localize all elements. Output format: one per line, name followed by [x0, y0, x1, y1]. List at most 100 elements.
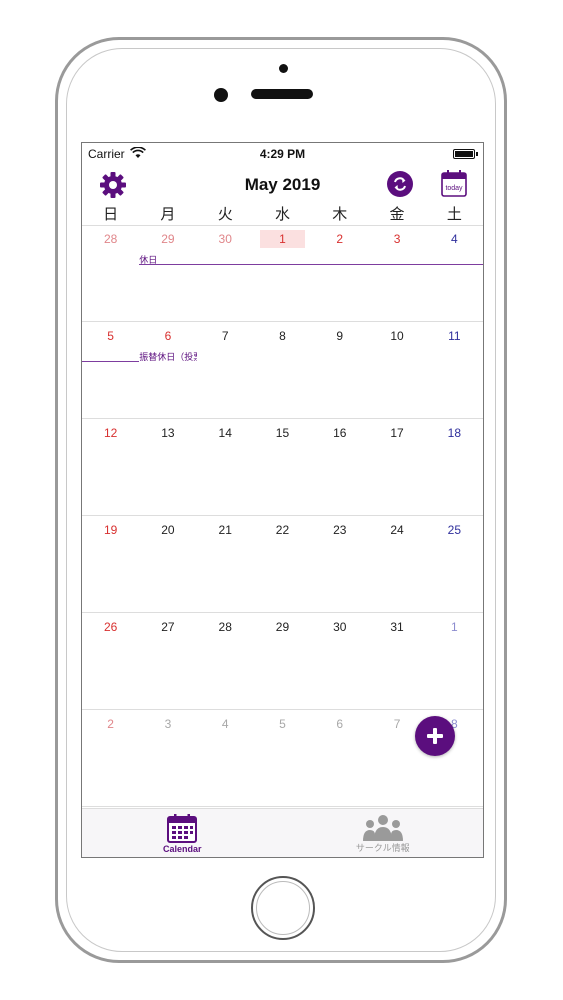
status-time: 4:29 PM [259, 147, 306, 161]
tab-bar: Calendar サークル情報 [82, 808, 483, 857]
day-cell[interactable]: 28 [82, 225, 139, 321]
day-number: 9 [336, 329, 344, 343]
svg-text:today: today [445, 185, 463, 192]
tab-circle-info[interactable]: サークル情報 [283, 809, 484, 857]
day-number: 20 [161, 523, 175, 537]
day-cell[interactable]: 10 [368, 322, 425, 418]
add-event-button[interactable] [415, 716, 455, 756]
front-sensor [279, 64, 288, 73]
event-label[interactable]: 振替休日（投票 [139, 350, 196, 363]
day-cell[interactable]: 6 [311, 710, 368, 806]
day-number: 30 [218, 232, 232, 246]
weekday-label: 水 [274, 206, 290, 223]
day-number: 31 [390, 620, 404, 634]
day-cell[interactable]: 4 [197, 710, 254, 806]
day-number: 2 [336, 232, 344, 246]
day-number: 8 [279, 329, 286, 343]
event-underline [139, 264, 483, 265]
app-screen: Carrier 4:29 PM May 2019 today 日 月 火 水 木… [81, 142, 484, 858]
day-cell[interactable]: 19 [82, 516, 139, 612]
day-cell[interactable]: 21 [197, 516, 254, 612]
weekday-label: 木 [332, 206, 348, 223]
day-cell[interactable]: 26 [82, 613, 139, 709]
today-calendar-icon[interactable]: today [441, 169, 467, 197]
day-number: 15 [275, 426, 290, 440]
day-number: 28 [218, 620, 232, 634]
day-cell[interactable]: 30 [311, 613, 368, 709]
weekday-header: 日 月 火 水 木 金 土 [82, 205, 483, 226]
day-number: 1 [450, 620, 458, 634]
day-cell[interactable]: 3 [139, 710, 196, 806]
day-number: 6 [164, 329, 172, 343]
tab-label: Calendar [162, 844, 202, 854]
day-cell[interactable]: 5 [254, 710, 311, 806]
day-cell[interactable]: 30 [197, 225, 254, 321]
day-number: 5 [107, 329, 114, 343]
day-cell[interactable]: 13 [139, 419, 196, 515]
status-bar: Carrier 4:29 PM [82, 143, 483, 165]
day-cell[interactable]: 4 [426, 225, 483, 321]
day-number: 3 [164, 717, 172, 731]
day-cell[interactable]: 3 [368, 225, 425, 321]
day-cell[interactable]: 15 [254, 419, 311, 515]
tab-label: サークル情報 [355, 843, 410, 853]
event-underline [82, 361, 140, 362]
day-cell[interactable]: 12 [82, 419, 139, 515]
day-cell[interactable]: 6 [139, 322, 196, 418]
day-cell[interactable]: 28 [197, 613, 254, 709]
day-number: 28 [103, 232, 118, 246]
day-cell[interactable]: 22 [254, 516, 311, 612]
sync-arrows-icon [394, 177, 406, 191]
home-button[interactable] [251, 876, 315, 940]
day-cell[interactable]: 29 [254, 613, 311, 709]
day-cell[interactable]: 17 [368, 419, 425, 515]
day-cell[interactable]: 24 [368, 516, 425, 612]
day-number: 23 [333, 523, 347, 537]
day-number: 13 [161, 426, 175, 440]
day-number: 27 [161, 620, 175, 634]
day-number: 14 [218, 426, 232, 440]
day-number: 21 [218, 523, 232, 537]
day-cell[interactable]: 14 [197, 419, 254, 515]
day-cell[interactable]: 2 [311, 225, 368, 321]
weekday-label: 金 [389, 206, 405, 223]
day-number: 29 [275, 620, 290, 634]
day-cell[interactable]: 2 [82, 710, 139, 806]
nav-bar: May 2019 today [82, 165, 483, 205]
tab-calendar[interactable]: Calendar [82, 809, 283, 857]
day-cell[interactable]: 31 [368, 613, 425, 709]
week-row: 19 20 21 22 23 24 25 [82, 516, 483, 613]
day-number: 29 [161, 232, 175, 246]
day-cell[interactable]: 11 [426, 322, 483, 418]
day-number: 16 [333, 426, 347, 440]
day-cell[interactable]: 16 [311, 419, 368, 515]
day-cell[interactable]: 27 [139, 613, 196, 709]
plus-icon [427, 728, 443, 744]
day-number: 3 [393, 232, 401, 246]
calendar-icon [167, 814, 198, 843]
day-cell[interactable]: 25 [426, 516, 483, 612]
weekday-label: 火 [217, 206, 233, 223]
day-number: 30 [333, 620, 347, 634]
day-cell[interactable]: 20 [139, 516, 196, 612]
day-cell[interactable]: 18 [426, 419, 483, 515]
week-row: 26 27 28 29 30 31 1 [82, 613, 483, 710]
day-cell[interactable]: 5 [82, 322, 139, 418]
weekday-label: 日 [103, 206, 119, 223]
day-number: 7 [221, 329, 229, 343]
day-number: 19 [103, 523, 118, 537]
battery-icon [453, 149, 478, 159]
day-cell[interactable]: 1 [426, 613, 483, 709]
week-row: 28 29 30 1 2 3 4 休日 [82, 225, 483, 322]
day-cell[interactable]: 29 [139, 225, 196, 321]
day-number: 11 [448, 329, 461, 343]
week-row: 5 6 7 8 9 10 11 振替休日（投票 [82, 322, 483, 419]
sync-icon[interactable] [387, 171, 413, 197]
group-icon [362, 815, 403, 841]
day-cell[interactable]: 23 [311, 516, 368, 612]
day-cell[interactable]: 7 [197, 322, 254, 418]
day-cell[interactable]: 9 [311, 322, 368, 418]
day-cell[interactable]: 8 [254, 322, 311, 418]
day-cell[interactable]: 1 [254, 225, 311, 321]
week-row: 12 13 14 15 16 17 18 [82, 419, 483, 516]
